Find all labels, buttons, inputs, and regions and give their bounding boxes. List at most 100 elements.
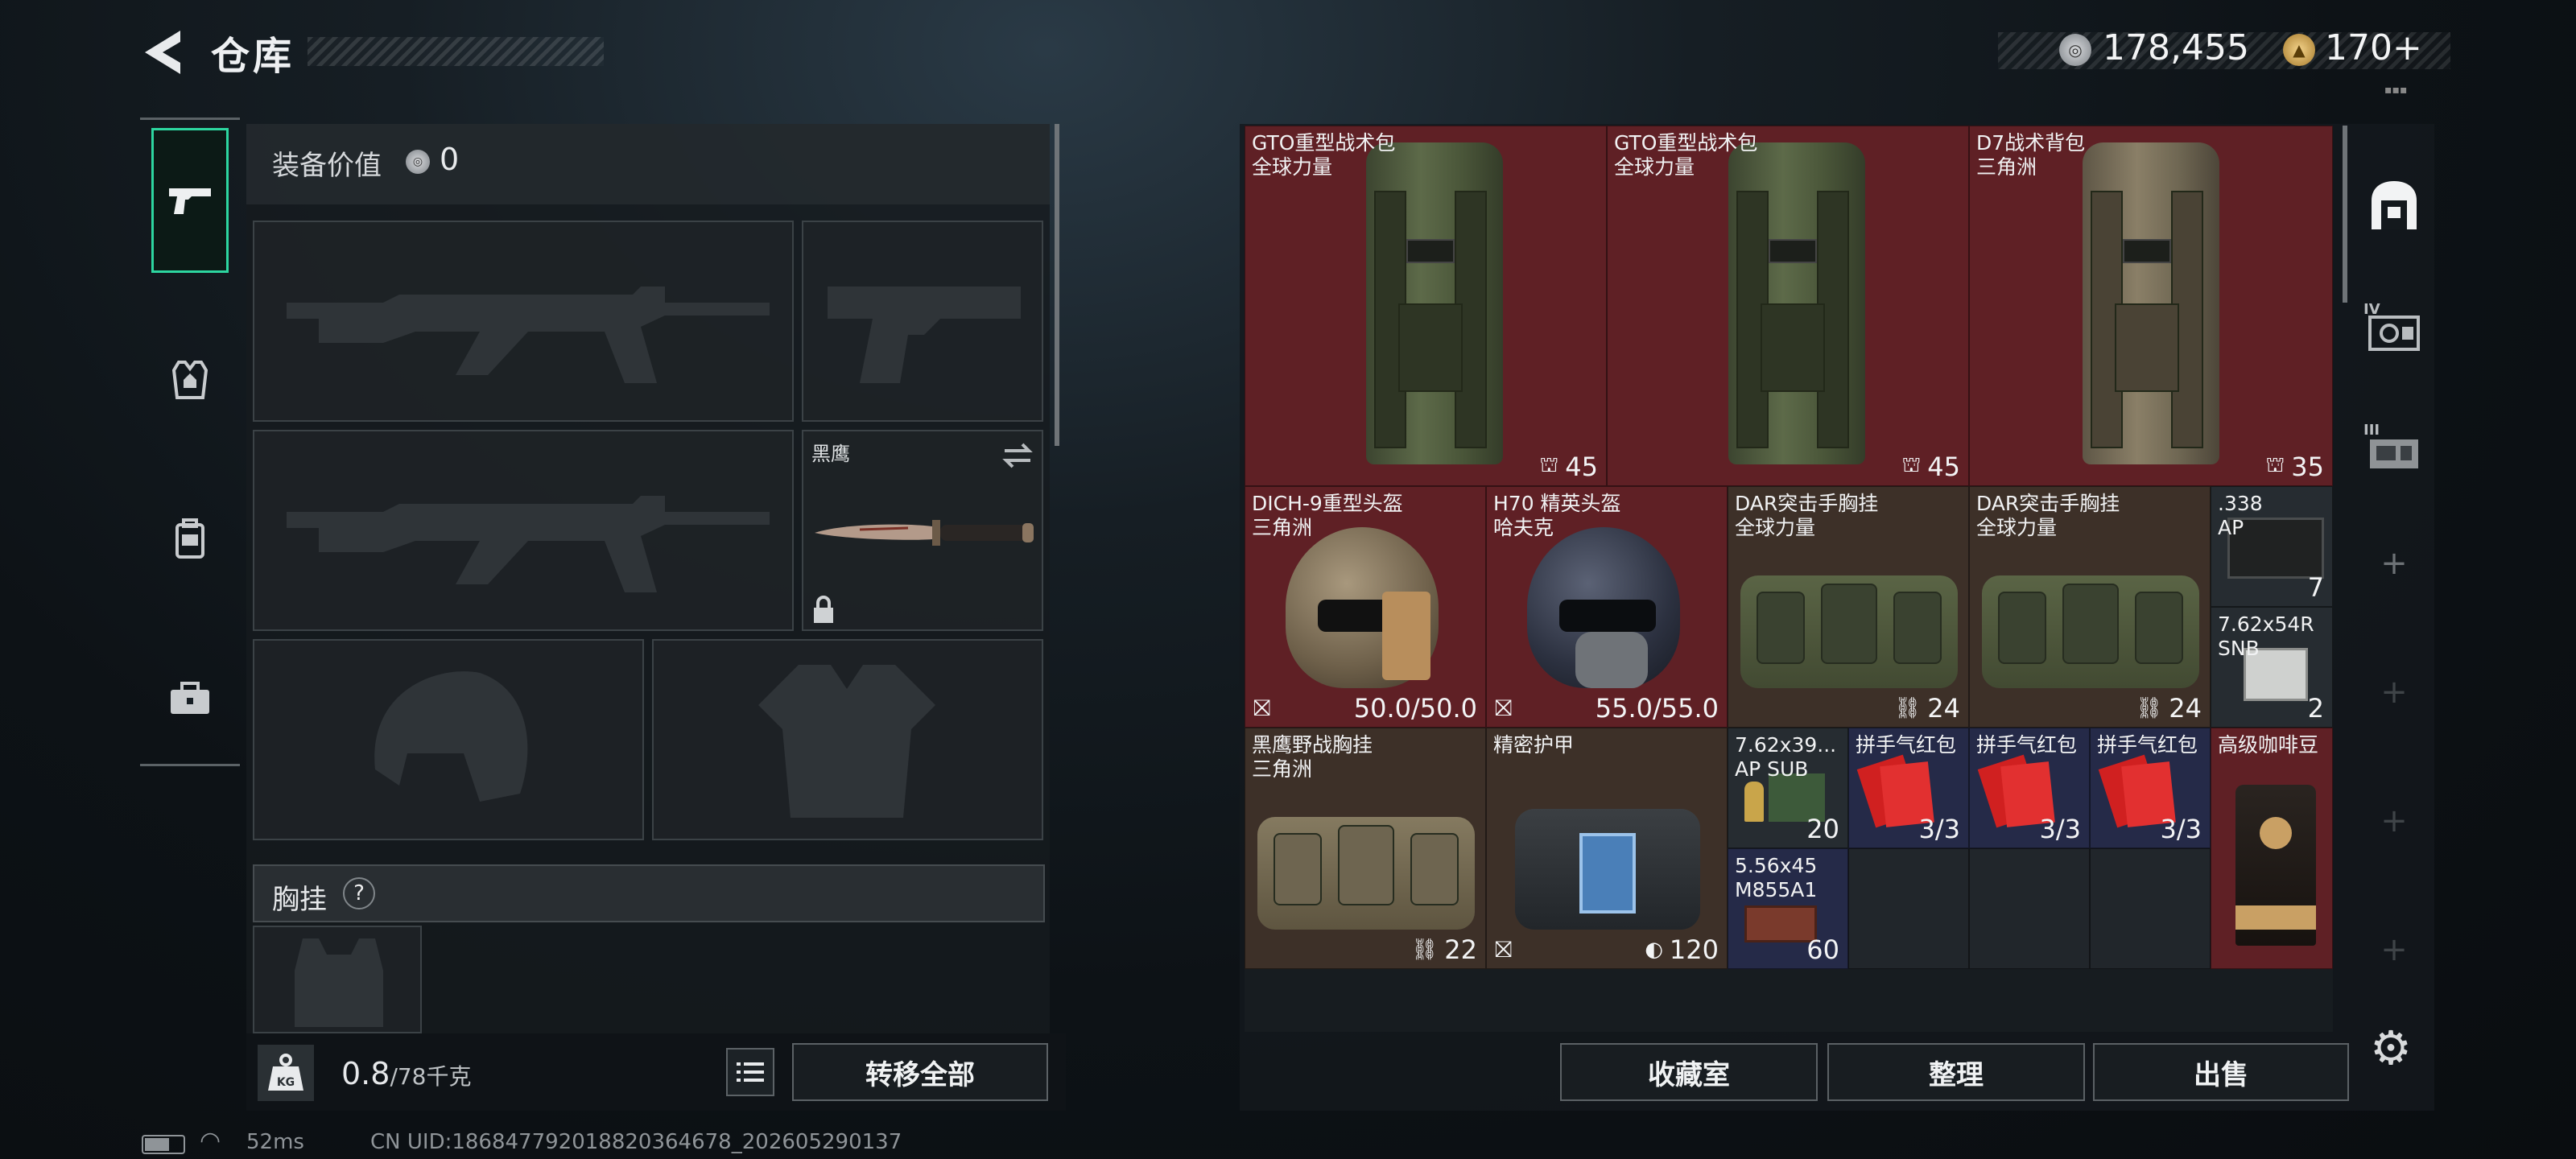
stash-item[interactable]: 7.62x39... AP SUB 20 [1728,728,1848,848]
stash-tabs: IV III + + + + [2354,129,2434,1022]
helmet-icon [1286,527,1447,696]
stash-item[interactable]: GTO重型战术包 全球力量 ⛫ 45 [1245,126,1607,486]
gold-currency-amount[interactable]: 170+ [2325,27,2422,68]
settings-gear-icon[interactable]: ⚙ [2367,1021,2415,1075]
armor-case-icon [1515,793,1700,930]
list-view-button[interactable] [726,1048,774,1096]
tab-armor[interactable] [140,320,240,440]
item-name: 精密护甲 [1493,733,1575,757]
ping-text: 52ms [246,1130,304,1154]
stash-item[interactable]: H70 精英头盔 哈夫克 ⛝ 55.0/55.0 [1486,486,1728,728]
tiny-indicator: ▪▪▪ [2384,84,2408,97]
tab-backpack[interactable] [140,479,240,600]
item-capacity: ⛫ 45 [1539,452,1598,482]
transfer-all-button[interactable]: 转移全部 [792,1043,1048,1101]
capacity-icon: ⛫ [1539,453,1559,477]
tab-toolbox[interactable] [140,638,240,759]
gold-coin-icon[interactable]: ▲ [2283,34,2315,66]
capacity-icon: ⛫ [2265,453,2285,477]
melee-slot[interactable]: 黑鹰 [802,430,1043,631]
chest-rig-icon [1257,801,1475,930]
tab-safe-box[interactable] [2354,161,2434,250]
silver-coin-icon: ◎ [2059,34,2091,66]
item-durability: 50.0/50.0 [1353,693,1477,724]
stash-item[interactable]: 拼手气红包 3/3 [1848,728,1969,848]
tab-weapons[interactable] [151,128,229,273]
empty-slot[interactable] [2090,848,2211,969]
stash-item[interactable]: 拼手气红包 3/3 [2090,728,2211,848]
stash-item[interactable]: DICH-9重型头盔 三角洲 ⛝ 50.0/50.0 [1245,486,1486,728]
body-armor-slot[interactable] [652,639,1043,840]
stash-item[interactable]: .338 AP 7 [2211,486,2333,607]
sidearm-slot[interactable] [802,221,1043,422]
lock-icon [814,596,833,623]
item-name: GTO重型战术包 全球力量 [1614,131,1758,179]
secondary-weapon-slot[interactable] [253,430,794,631]
item-name: DAR突击手胸挂 全球力量 [1735,492,1879,539]
capacity-icon: ⛓ [2136,696,2163,720]
stash-item[interactable]: 精密护甲 ⛝ ◐ 120 [1486,728,1728,969]
capacity-icon: ⛓ [1894,696,1922,720]
stash-item[interactable]: DAR突击手胸挂 全球力量 ⛓ 24 [1969,486,2211,728]
stash-item[interactable]: 5.56x45 M855A1 60 [1728,848,1848,969]
page-title: 仓库 [211,34,295,79]
stash-item[interactable]: 7.62x54R SNB 2 [2211,607,2333,728]
item-name: 7.62x54R SNB [2218,612,2314,660]
loadout-scrollbar[interactable] [1055,124,1059,446]
armor-silhouette-icon [758,665,935,818]
item-count: 60 [1806,934,1839,965]
sell-button[interactable]: 出售 [2093,1043,2349,1101]
stash-scrollbar[interactable] [2343,126,2347,303]
stash-item[interactable]: 高级咖啡豆 [2211,728,2333,969]
tier-iii-stash-icon: III [2363,422,2418,468]
item-name: .338 AP [2218,492,2263,539]
tab-stash-iv[interactable]: IV [2354,282,2434,370]
empty-slot[interactable] [1848,848,1969,969]
chest-rig-slot[interactable] [253,926,422,1033]
item-count: 2 [2307,693,2324,724]
current-weight: 0.8 [341,1056,390,1091]
pistol-icon [169,188,211,214]
stash-item[interactable]: DAR突击手胸挂 全球力量 ⛓ 24 [1728,486,1969,728]
item-capacity: ⛓ 24 [2136,693,2202,724]
add-slot-button[interactable]: + [2354,789,2434,853]
equipment-value-label: 装备价值 [272,150,382,182]
no-durability-loss-icon: ⛝ [1495,695,1513,721]
helmet-slot[interactable] [253,639,644,840]
capacity-icon: ⛓ [1411,938,1439,962]
primary-weapon-slot[interactable] [253,221,794,422]
carry-weight: 0.8/78千克 [341,1056,472,1091]
add-slot-button[interactable]: + [2354,660,2434,724]
armor-vest-icon [172,361,208,399]
item-name: DICH-9重型头盔 三角洲 [1252,492,1403,539]
stash-item[interactable]: GTO重型战术包 全球力量 ⛫ 45 [1607,126,1969,486]
chest-rig-icon [1982,559,2199,688]
chest-rig-label: 胸挂 [272,884,327,916]
item-capacity: ⛓ 22 [1411,934,1477,965]
tier-iv-stash-icon: IV [2363,301,2420,351]
add-slot-button[interactable]: + [2354,918,2434,982]
tab-stash-iii[interactable]: III [2354,402,2434,491]
item-capacity: ⛓ 24 [1894,693,1960,724]
swap-icon[interactable] [1001,439,1034,472]
item-name: 拼手气红包 [2097,733,2198,757]
capacity-icon: ⛫ [1901,453,1922,477]
item-name: 7.62x39... AP SUB [1735,733,1837,781]
stash-item[interactable]: 黑鹰野战胸挂 三角洲 ⛓ 22 [1245,728,1486,969]
title-decoration [308,37,604,66]
stash-item[interactable]: 拼手气红包 3/3 [1969,728,2090,848]
back-arrow-icon[interactable] [137,27,193,77]
item-name: 黑鹰野战胸挂 三角洲 [1252,733,1373,781]
help-icon[interactable]: ? [343,877,375,909]
stash-grid: GTO重型战术包 全球力量 ⛫ 45 GTO重型战术包 全球力量 ⛫ 45 D7战术… [1245,126,2333,1032]
sort-button[interactable]: 整理 [1827,1043,2085,1101]
empty-slot[interactable] [1969,848,2090,969]
add-slot-button[interactable]: + [2354,531,2434,596]
weight-icon: KG [258,1045,314,1101]
stash-item[interactable]: D7战术背包 三角洲 ⛫ 35 [1969,126,2333,486]
collection-room-button[interactable]: 收藏室 [1560,1043,1818,1101]
item-name: H70 精英头盔 哈夫克 [1493,492,1621,539]
svg-text:KG: KG [277,1076,295,1089]
item-durability: 55.0/55.0 [1595,693,1719,724]
helmet-icon [1527,527,1688,696]
